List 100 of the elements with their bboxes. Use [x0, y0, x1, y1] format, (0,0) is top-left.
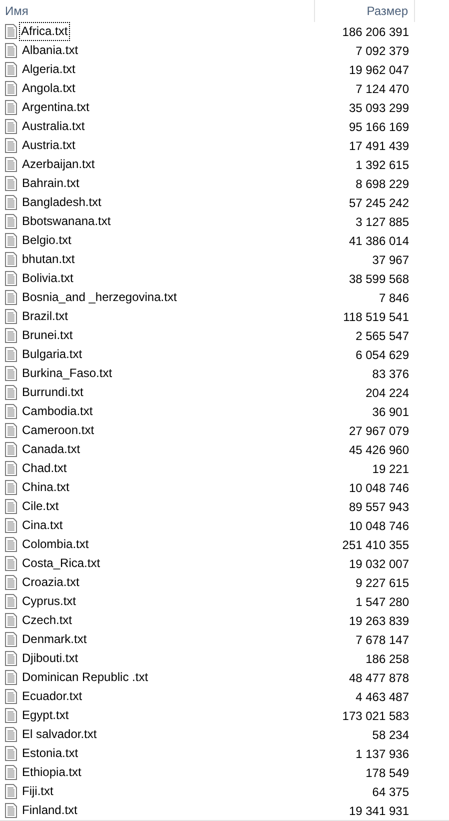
text-file-icon: [5, 613, 17, 628]
text-file-icon: [5, 480, 17, 495]
file-size: 251 410 355: [342, 536, 409, 554]
file-name[interactable]: Croazia.txt: [20, 574, 82, 591]
file-size: 83 376: [372, 366, 409, 382]
text-file-icon: [5, 271, 17, 286]
file-name[interactable]: Bulgaria.txt: [20, 346, 84, 363]
file-size: 7 124 470: [356, 80, 409, 98]
text-file-icon: [5, 309, 17, 324]
text-file-icon: [5, 366, 17, 381]
file-size: 10 048 746: [348, 518, 409, 534]
file-name[interactable]: Denmark.txt: [20, 631, 89, 648]
file-size: 45 426 960: [348, 442, 409, 458]
file-name[interactable]: Bolivia.txt: [20, 270, 76, 287]
file-size: 57 245 242: [348, 194, 409, 212]
text-file-icon: [5, 499, 17, 514]
file-size: 36 901: [372, 404, 409, 420]
file-name[interactable]: Egypt.txt: [20, 707, 71, 724]
file-name[interactable]: Bahrain.txt: [20, 175, 82, 192]
file-name[interactable]: Bosnia_and _herzegovina.txt: [20, 289, 179, 306]
file-size: 6 054 629: [356, 346, 409, 364]
file-size: 1 137 936: [356, 746, 409, 762]
file-name[interactable]: Costa_Rica.txt: [20, 555, 102, 572]
text-file-icon: [5, 138, 17, 153]
file-size: 2 565 547: [356, 328, 409, 344]
file-name[interactable]: Fiji.txt: [20, 783, 56, 800]
file-size: 48 477 878: [348, 670, 409, 686]
file-size: 9 227 615: [356, 574, 409, 592]
file-name[interactable]: Africa.txt: [20, 23, 69, 40]
file-name[interactable]: Czech.txt: [20, 612, 74, 629]
file-name[interactable]: Burrundi.txt: [20, 384, 86, 401]
file-size: 19 263 839: [348, 612, 409, 630]
text-file-icon: [5, 290, 17, 305]
file-name[interactable]: Djibouti.txt: [20, 650, 80, 667]
file-size: 41 386 014: [348, 232, 409, 250]
file-name[interactable]: Dominican Republic .txt: [20, 669, 150, 686]
file-name[interactable]: Cile.txt: [20, 498, 61, 515]
column-header[interactable]: Имя: [0, 0, 315, 22]
file-name[interactable]: Finland.txt: [20, 802, 80, 819]
file-size: 7 092 379: [356, 42, 409, 60]
file-size: 7 846: [378, 290, 409, 306]
file-size: 4 463 487: [356, 688, 409, 706]
text-file-icon: [5, 746, 17, 761]
text-file-icon: [5, 556, 17, 571]
file-name[interactable]: Australia.txt: [20, 118, 87, 135]
text-file-icon: [5, 385, 17, 400]
file-size: 178 549: [366, 764, 409, 782]
text-file-icon: [5, 404, 17, 419]
text-file-icon: [5, 423, 17, 438]
text-file-icon: [5, 594, 17, 609]
file-name[interactable]: Ethiopia.txt: [20, 764, 84, 781]
file-name[interactable]: bhutan.txt: [20, 251, 77, 268]
file-name[interactable]: Colombia.txt: [20, 536, 91, 553]
file-name[interactable]: Austria.txt: [20, 137, 78, 154]
file-size: 1 392 615: [356, 156, 409, 174]
file-size: 173 021 583: [342, 708, 409, 724]
text-file-icon: [5, 157, 17, 172]
text-file-icon: [5, 100, 17, 115]
file-size: 95 166 169: [348, 118, 409, 136]
file-name[interactable]: Angola.txt: [20, 80, 78, 97]
file-name[interactable]: Estonia.txt: [20, 745, 80, 762]
text-file-icon: [5, 784, 17, 799]
file-name[interactable]: Cameroon.txt: [20, 422, 96, 439]
file-name[interactable]: Burkina_Faso.txt: [20, 365, 114, 382]
text-file-icon: [5, 670, 17, 685]
file-name[interactable]: Albania.txt: [20, 42, 80, 59]
text-file-icon: [5, 651, 17, 666]
file-size: 10 048 746: [348, 480, 409, 496]
file-size: 19 962 047: [348, 62, 409, 78]
text-file-icon: [5, 214, 17, 229]
file-name[interactable]: China.txt: [20, 479, 72, 496]
file-name[interactable]: Canada.txt: [20, 441, 82, 458]
text-file-icon: [5, 62, 17, 77]
file-name[interactable]: Brunei.txt: [20, 327, 75, 344]
file-name[interactable]: Belgio.txt: [20, 232, 74, 249]
column-header[interactable]: Размер: [315, 0, 415, 22]
text-file-icon: [5, 252, 17, 267]
file-name[interactable]: Brazil.txt: [20, 308, 70, 325]
file-name[interactable]: Azerbaijan.txt: [20, 156, 97, 173]
text-file-icon: [5, 708, 17, 723]
file-name[interactable]: Ecuador.txt: [20, 688, 84, 705]
file-size: 19 221: [372, 460, 409, 478]
file-name[interactable]: Bangladesh.txt: [20, 194, 104, 211]
file-size: 186 258: [366, 650, 409, 668]
text-file-icon: [5, 689, 17, 704]
text-file-icon: [5, 518, 17, 533]
text-file-icon: [5, 803, 17, 818]
text-file-icon: [5, 347, 17, 362]
text-file-icon: [5, 195, 17, 210]
file-name[interactable]: Cina.txt: [20, 517, 65, 534]
file-name[interactable]: Cyprus.txt: [20, 593, 78, 610]
file-size: 37 967: [372, 252, 409, 268]
text-file-icon: [5, 537, 17, 552]
file-name[interactable]: Cambodia.txt: [20, 403, 95, 420]
file-name[interactable]: Argentina.txt: [20, 99, 92, 116]
file-name[interactable]: Algeria.txt: [20, 61, 78, 78]
file-name[interactable]: Bbotswanana.txt: [20, 213, 113, 230]
text-file-icon: [5, 632, 17, 647]
file-name[interactable]: Chad.txt: [20, 460, 69, 477]
file-name[interactable]: El salvador.txt: [20, 726, 99, 743]
